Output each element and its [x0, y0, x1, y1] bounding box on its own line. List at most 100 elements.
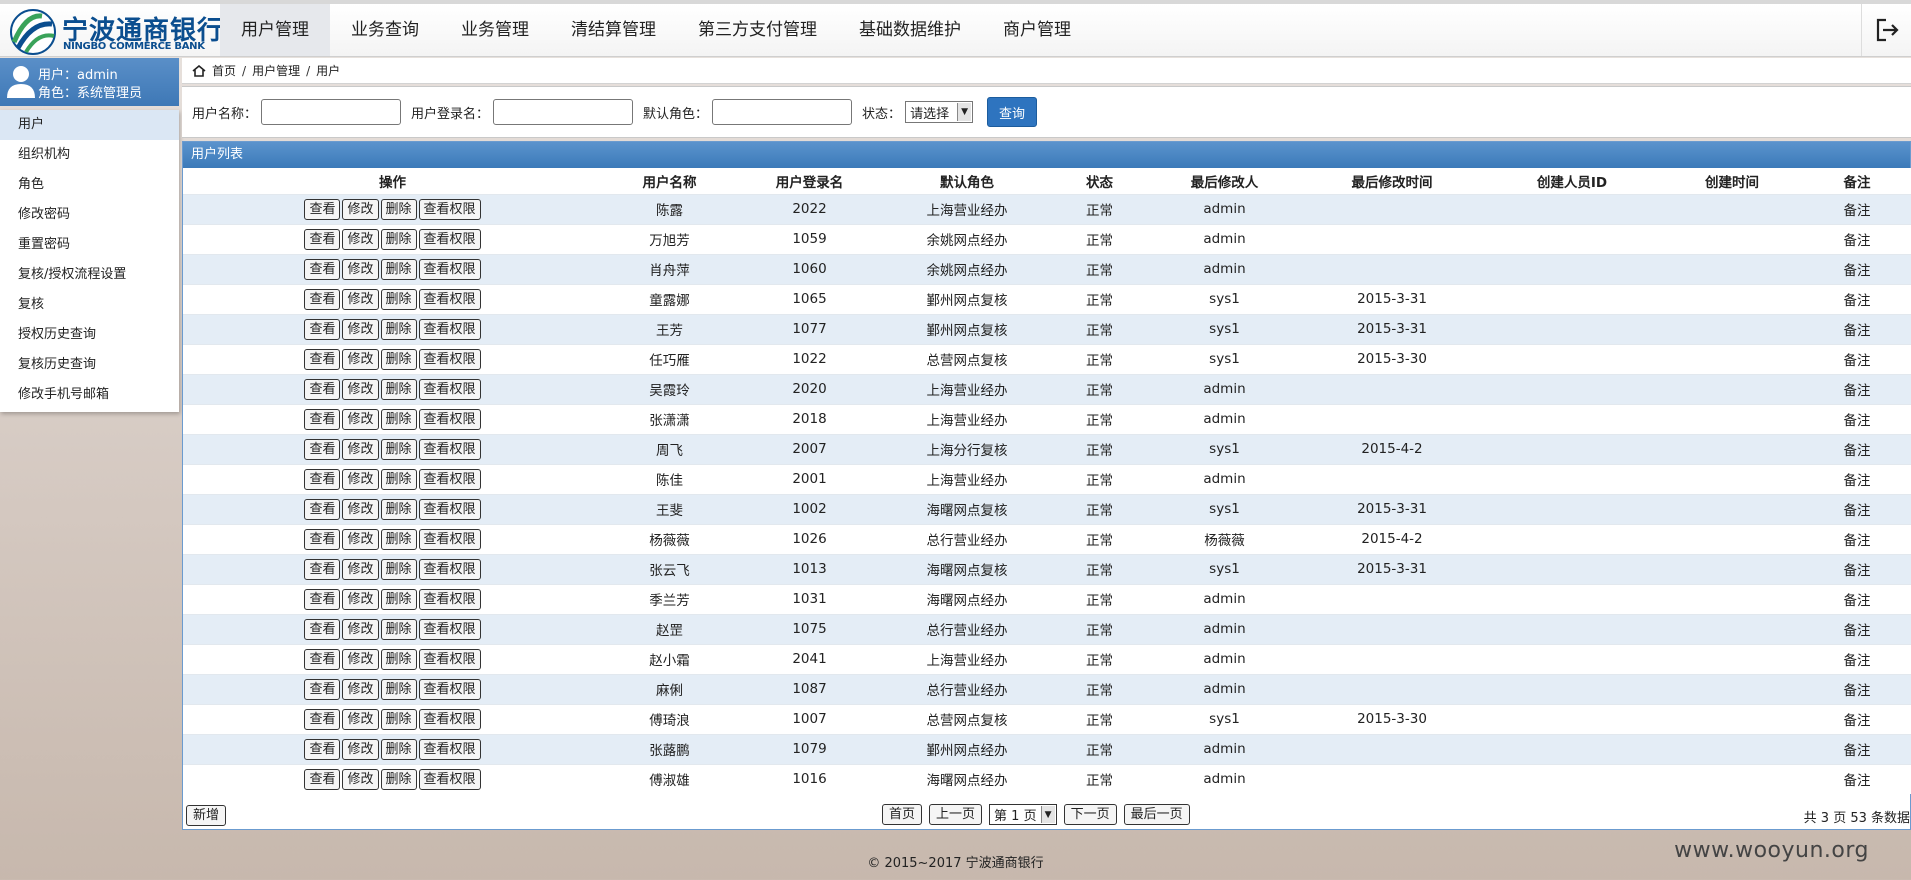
- view-permissions-button[interactable]: 查看权限: [418, 378, 481, 400]
- sidebar-item-organization[interactable]: 组织机构: [0, 140, 179, 170]
- delete-button[interactable]: 删除: [380, 348, 417, 370]
- edit-button[interactable]: 修改: [342, 348, 379, 370]
- view-button[interactable]: 查看: [304, 318, 341, 340]
- sidebar-item-role[interactable]: 角色: [0, 170, 179, 200]
- view-permissions-button[interactable]: 查看权限: [418, 438, 481, 460]
- login-name-input[interactable]: [493, 99, 634, 125]
- sidebar-item-review-history[interactable]: 复核历史查询: [0, 350, 179, 380]
- column-header[interactable]: 状态: [1052, 168, 1147, 194]
- edit-button[interactable]: 修改: [342, 678, 379, 700]
- edit-button[interactable]: 修改: [342, 738, 379, 760]
- delete-button[interactable]: 删除: [380, 618, 417, 640]
- edit-button[interactable]: 修改: [342, 378, 379, 400]
- add-button[interactable]: 新增: [186, 804, 227, 826]
- edit-button[interactable]: 修改: [342, 288, 379, 310]
- breadcrumb-home[interactable]: 首页: [212, 62, 236, 79]
- view-button[interactable]: 查看: [304, 528, 341, 550]
- sidebar-item-user[interactable]: 用户: [0, 110, 179, 140]
- sidebar-item-reset-password[interactable]: 重置密码: [0, 230, 179, 260]
- delete-button[interactable]: 删除: [380, 198, 417, 220]
- view-button[interactable]: 查看: [304, 228, 341, 250]
- delete-button[interactable]: 删除: [380, 378, 417, 400]
- nav-basic-data[interactable]: 基础数据维护: [838, 4, 982, 56]
- delete-button[interactable]: 删除: [380, 708, 417, 730]
- view-permissions-button[interactable]: 查看权限: [418, 468, 481, 490]
- view-permissions-button[interactable]: 查看权限: [418, 408, 481, 430]
- view-button[interactable]: 查看: [304, 768, 341, 790]
- username-input[interactable]: [261, 99, 402, 125]
- edit-button[interactable]: 修改: [342, 468, 379, 490]
- view-permissions-button[interactable]: 查看权限: [418, 678, 481, 700]
- column-header[interactable]: 默认角色: [882, 168, 1052, 194]
- delete-button[interactable]: 删除: [380, 558, 417, 580]
- view-button[interactable]: 查看: [304, 288, 341, 310]
- delete-button[interactable]: 删除: [380, 288, 417, 310]
- view-permissions-button[interactable]: 查看权限: [418, 528, 481, 550]
- nav-merchant-management[interactable]: 商户管理: [982, 4, 1092, 56]
- view-permissions-button[interactable]: 查看权限: [418, 258, 481, 280]
- view-button[interactable]: 查看: [304, 438, 341, 460]
- view-button[interactable]: 查看: [304, 588, 341, 610]
- view-permissions-button[interactable]: 查看权限: [418, 228, 481, 250]
- view-permissions-button[interactable]: 查看权限: [418, 618, 481, 640]
- sidebar-item-auth-history[interactable]: 授权历史查询: [0, 320, 179, 350]
- page-number-select[interactable]: 第 1 页 ▼: [989, 804, 1057, 825]
- delete-button[interactable]: 删除: [380, 468, 417, 490]
- edit-button[interactable]: 修改: [342, 708, 379, 730]
- prev-page-button[interactable]: 上一页: [929, 804, 983, 825]
- next-page-button[interactable]: 下一页: [1063, 804, 1117, 825]
- edit-button[interactable]: 修改: [342, 588, 379, 610]
- view-permissions-button[interactable]: 查看权限: [418, 708, 481, 730]
- view-button[interactable]: 查看: [304, 738, 341, 760]
- view-button[interactable]: 查看: [304, 468, 341, 490]
- delete-button[interactable]: 删除: [380, 768, 417, 790]
- view-button[interactable]: 查看: [304, 678, 341, 700]
- delete-button[interactable]: 删除: [380, 678, 417, 700]
- edit-button[interactable]: 修改: [342, 318, 379, 340]
- view-permissions-button[interactable]: 查看权限: [418, 738, 481, 760]
- view-permissions-button[interactable]: 查看权限: [418, 348, 481, 370]
- view-permissions-button[interactable]: 查看权限: [418, 588, 481, 610]
- edit-button[interactable]: 修改: [342, 408, 379, 430]
- column-header[interactable]: 最后修改人: [1147, 168, 1302, 194]
- sidebar-item-change-password[interactable]: 修改密码: [0, 200, 179, 230]
- edit-button[interactable]: 修改: [342, 258, 379, 280]
- delete-button[interactable]: 删除: [380, 528, 417, 550]
- logout-button[interactable]: [1861, 4, 1911, 56]
- edit-button[interactable]: 修改: [342, 618, 379, 640]
- edit-button[interactable]: 修改: [342, 768, 379, 790]
- view-button[interactable]: 查看: [304, 618, 341, 640]
- edit-button[interactable]: 修改: [342, 528, 379, 550]
- view-permissions-button[interactable]: 查看权限: [418, 288, 481, 310]
- edit-button[interactable]: 修改: [342, 438, 379, 460]
- nav-user-management[interactable]: 用户管理: [220, 4, 330, 56]
- delete-button[interactable]: 删除: [380, 318, 417, 340]
- view-button[interactable]: 查看: [304, 648, 341, 670]
- last-page-button[interactable]: 最后一页: [1123, 804, 1190, 825]
- view-permissions-button[interactable]: 查看权限: [418, 558, 481, 580]
- view-button[interactable]: 查看: [304, 708, 341, 730]
- view-permissions-button[interactable]: 查看权限: [418, 498, 481, 520]
- nav-third-party-payment[interactable]: 第三方支付管理: [677, 4, 838, 56]
- column-header[interactable]: 用户登录名: [737, 168, 882, 194]
- column-header[interactable]: 用户名称: [602, 168, 737, 194]
- edit-button[interactable]: 修改: [342, 228, 379, 250]
- sidebar-item-change-phone-email[interactable]: 修改手机号邮箱: [0, 380, 179, 410]
- view-button[interactable]: 查看: [304, 378, 341, 400]
- query-button[interactable]: 查询: [987, 97, 1038, 127]
- delete-button[interactable]: 删除: [380, 498, 417, 520]
- nav-business-query[interactable]: 业务查询: [330, 4, 440, 56]
- delete-button[interactable]: 删除: [380, 438, 417, 460]
- delete-button[interactable]: 删除: [380, 258, 417, 280]
- view-button[interactable]: 查看: [304, 258, 341, 280]
- breadcrumb-user-management[interactable]: 用户管理: [252, 62, 300, 79]
- status-select[interactable]: 请选择 ▼: [905, 101, 974, 123]
- first-page-button[interactable]: 首页: [882, 804, 923, 825]
- edit-button[interactable]: 修改: [342, 648, 379, 670]
- view-button[interactable]: 查看: [304, 498, 341, 520]
- view-button[interactable]: 查看: [304, 348, 341, 370]
- column-header[interactable]: 最后修改时间: [1302, 168, 1482, 194]
- sidebar-item-review-flow-settings[interactable]: 复核/授权流程设置: [0, 260, 179, 290]
- default-role-input[interactable]: [712, 99, 853, 125]
- view-permissions-button[interactable]: 查看权限: [418, 318, 481, 340]
